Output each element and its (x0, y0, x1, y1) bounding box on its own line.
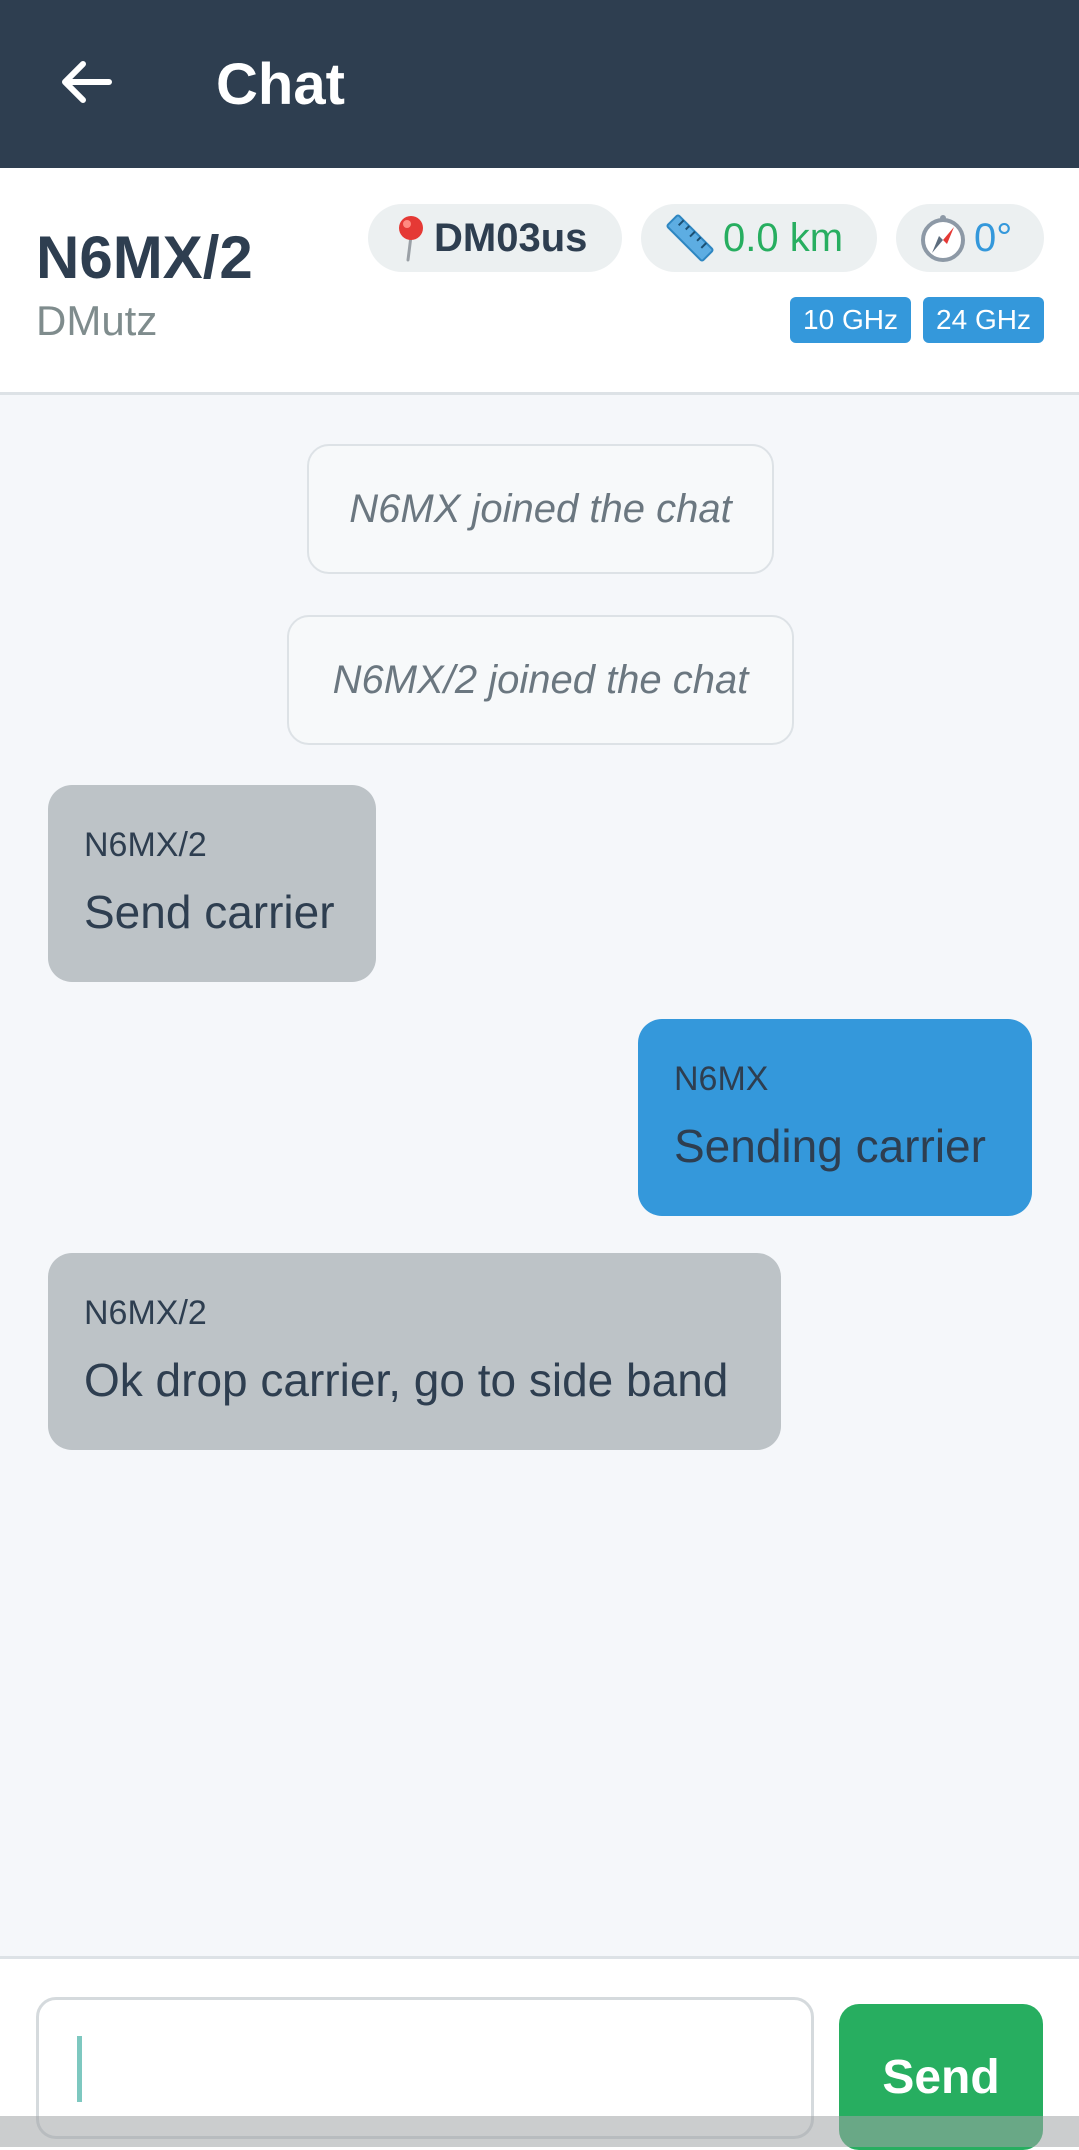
message-text: Ok drop carrier, go to side band (84, 1354, 729, 1406)
bearing-value: 0° (974, 215, 1013, 260)
page-title: Chat (216, 52, 345, 117)
distance-value: 0.0 km (723, 215, 844, 260)
ruler-icon (663, 214, 717, 262)
message-text: Send carrier (84, 886, 335, 938)
system-message: N6MX/2 joined the chat (287, 615, 794, 745)
locator-value: DM03us (434, 215, 588, 260)
band-badge: 10 GHz (790, 297, 911, 343)
app-bar: Chat (0, 0, 1079, 168)
band-badge: 24 GHz (923, 297, 1044, 343)
outgoing-message: N6MX Sending carrier (638, 1019, 1032, 1216)
message-text: Sending carrier (674, 1120, 986, 1172)
arrow-left-icon (57, 58, 113, 111)
back-button[interactable] (40, 44, 130, 124)
compass-icon (918, 213, 968, 263)
incoming-message: N6MX/2 Ok drop carrier, go to side band (48, 1253, 781, 1450)
distance-chip: 0.0 km (641, 204, 877, 272)
station-grid: DMutz (36, 297, 158, 344)
round-pushpin-icon (394, 214, 428, 262)
message-sender: N6MX/2 (84, 826, 207, 864)
message-sender: N6MX/2 (84, 1294, 207, 1332)
station-header: N6MX/2 DMutz DM03us 0.0 km 0° 10 GHz 24 … (0, 168, 1079, 395)
system-message: N6MX joined the chat (307, 444, 774, 574)
system-navigation-bar (0, 2116, 1079, 2147)
station-callsign: N6MX/2 (36, 224, 253, 291)
message-sender: N6MX (674, 1060, 769, 1098)
incoming-message: N6MX/2 Send carrier (48, 785, 376, 982)
bearing-chip: 0° (896, 204, 1044, 272)
text-caret (77, 2036, 82, 2102)
locator-chip: DM03us (368, 204, 622, 272)
